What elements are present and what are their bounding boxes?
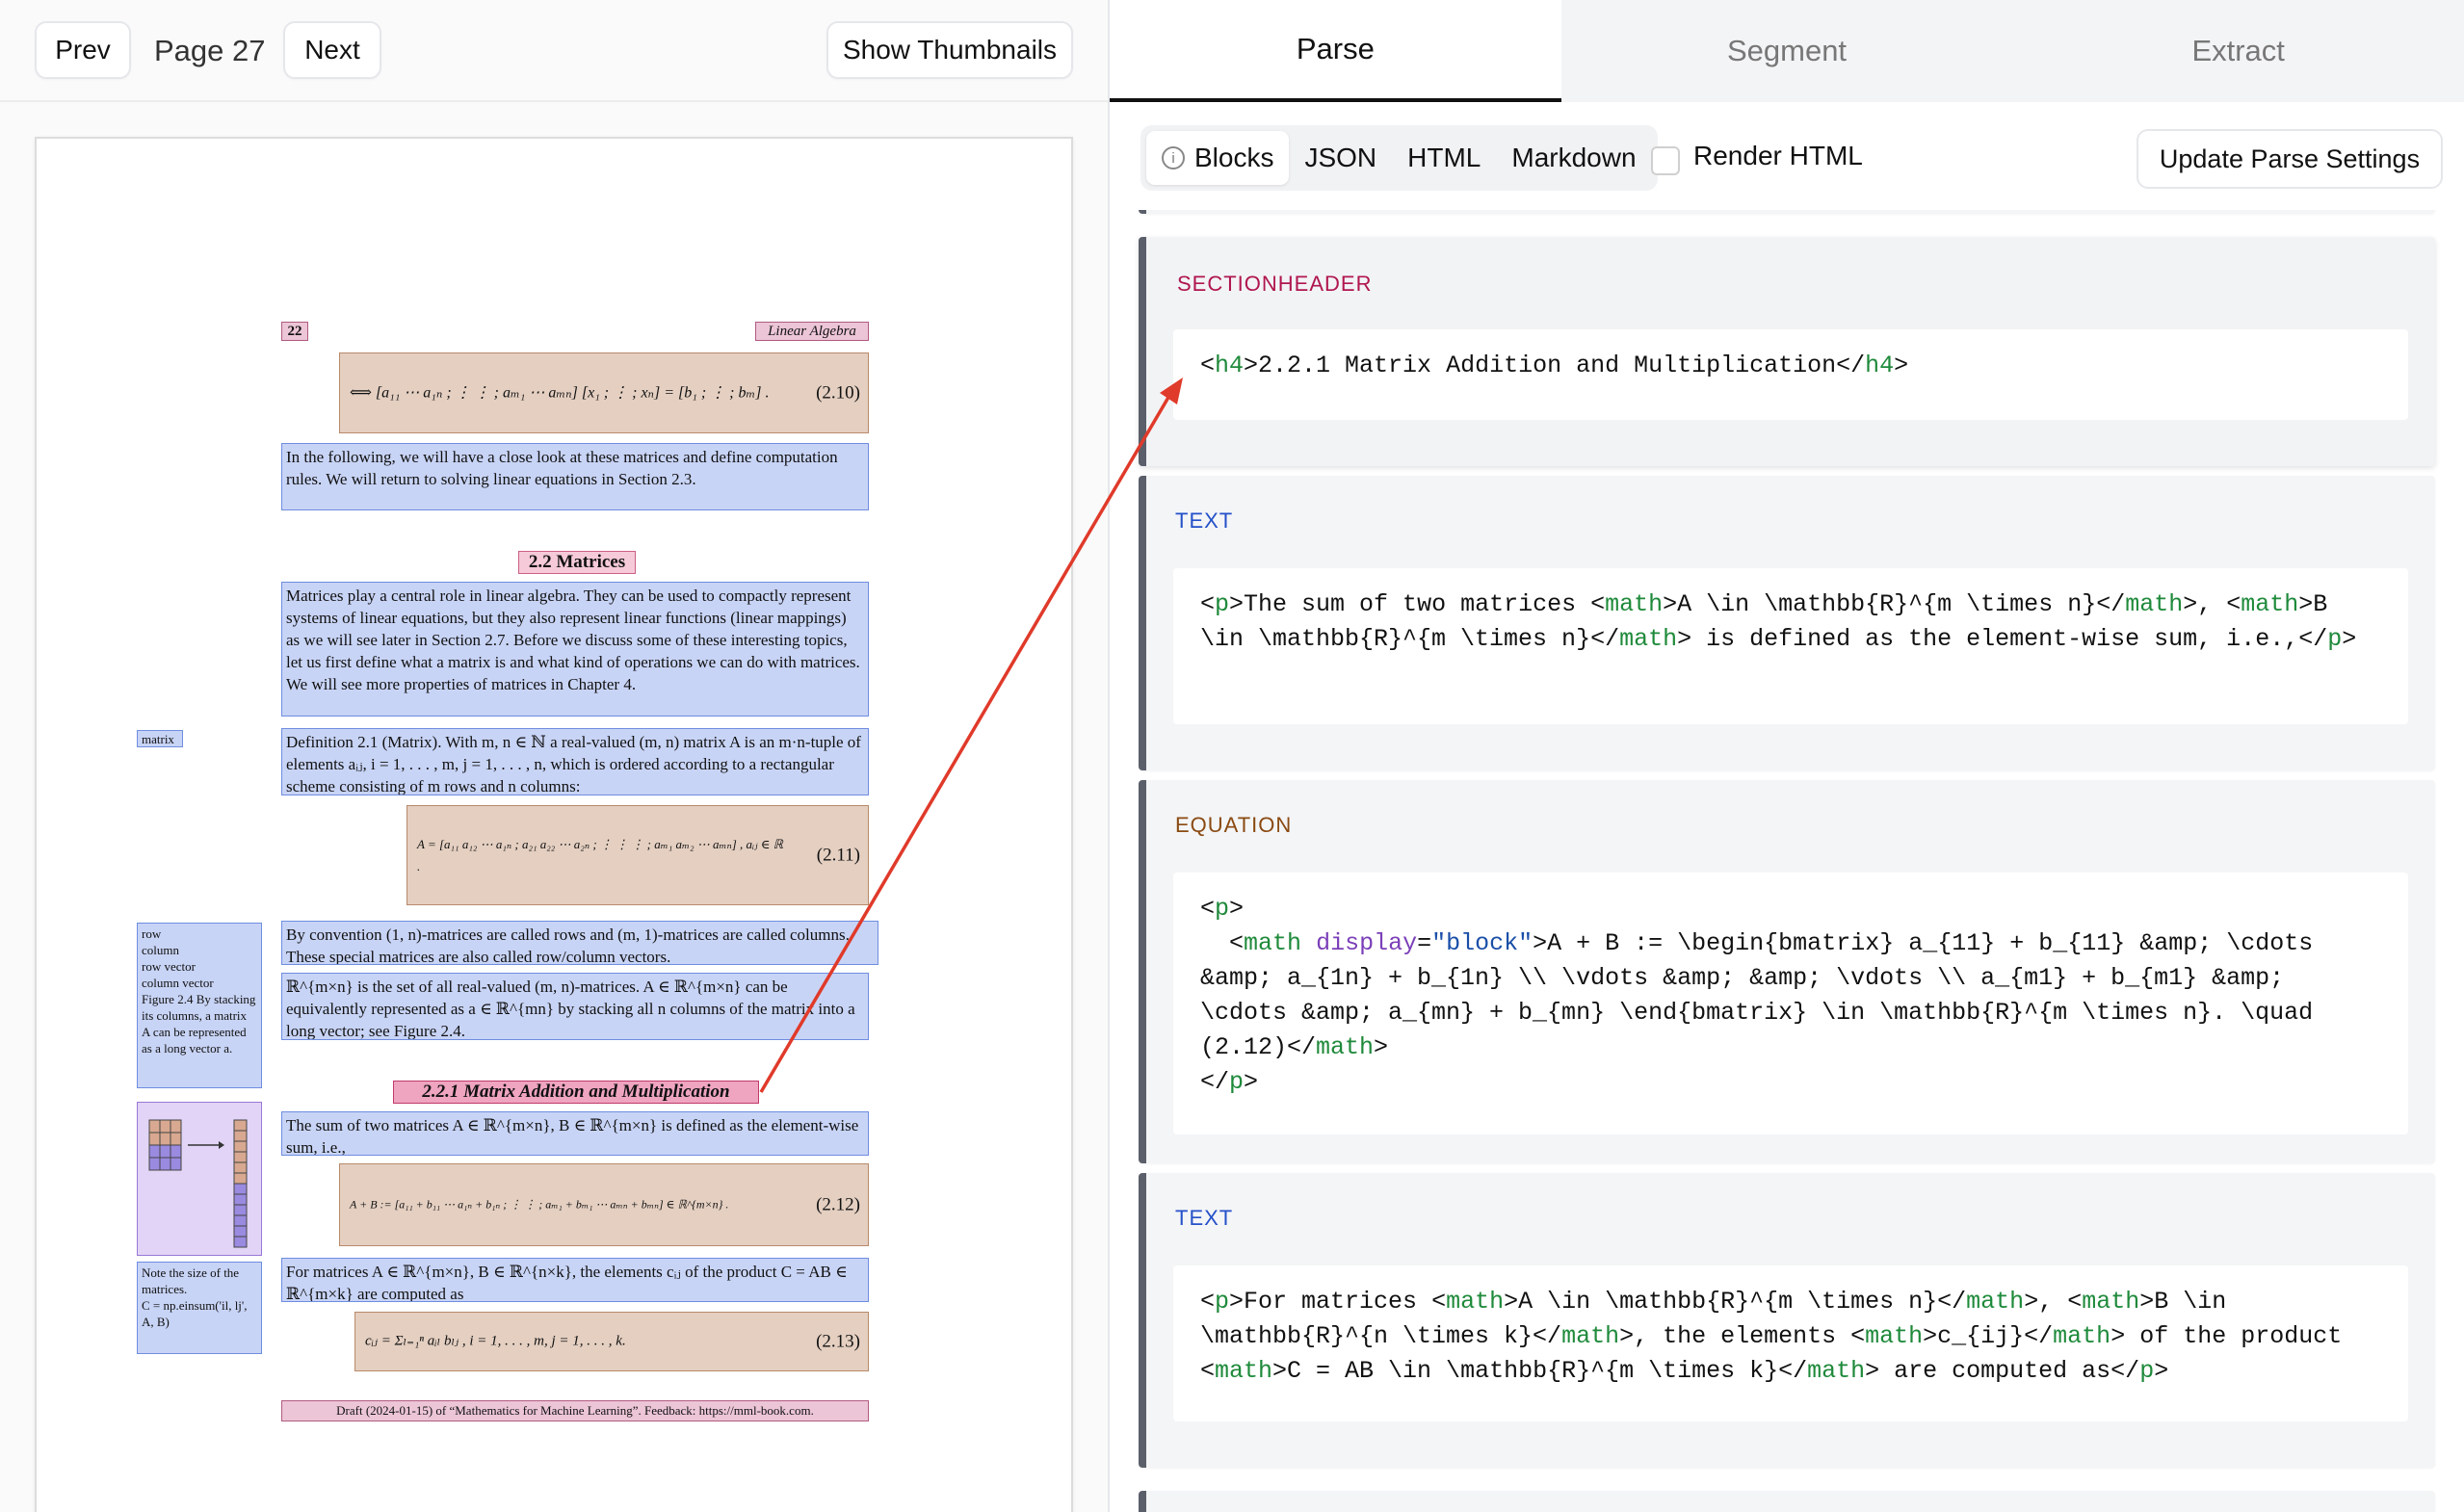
render-html-label: Render HTML xyxy=(1693,141,1863,170)
margin-note-matrix[interactable]: matrix xyxy=(137,730,183,747)
view-mode-json[interactable]: JSON xyxy=(1289,131,1392,185)
parse-toolbar: i Blocks JSON HTML Markdown Render HTML … xyxy=(1110,102,2464,210)
block-type-label: TEXT xyxy=(1175,1206,1234,1230)
text-block-definition[interactable]: Definition 2.1 (Matrix). With m, n ∈ ℕ a… xyxy=(281,728,869,795)
pdf-toolbar: Prev Page 27 Next Show Thumbnails xyxy=(0,0,1108,102)
info-icon: i xyxy=(1162,146,1185,169)
block-type-label: SECTIONHEADER xyxy=(1177,272,1373,296)
margin-note-row-column[interactable]: row column row vector column vector Figu… xyxy=(137,923,262,1088)
block-card-equation[interactable]: EQUATION <p> <math display="block">A + B… xyxy=(1139,780,2435,1163)
block-card-text-2[interactable]: TEXT <p>For matrices <math>A \in \mathbb… xyxy=(1139,1173,2435,1468)
pdf-viewer-pane: Prev Page 27 Next Show Thumbnails 22 Lin… xyxy=(0,0,1110,1512)
equation-body: A = [a₁₁ a₁₂ ⋯ a₁ₙ ; a₂₁ a₂₂ ⋯ a₂ₙ ; ⋮ ⋮… xyxy=(417,837,783,873)
text-block-matrices[interactable]: Matrices play a central role in linear a… xyxy=(281,582,869,717)
equation-number: (2.12) xyxy=(816,1194,860,1215)
tab-parse[interactable]: Parse xyxy=(1110,0,1561,102)
equation-block-2-11[interactable]: A = [a₁₁ a₁₂ ⋯ a₁ₙ ; a₂₁ a₂₂ ⋯ a₂ₙ ; ⋮ ⋮… xyxy=(406,805,869,905)
block-type-label: EQUATION xyxy=(1175,813,1293,837)
margin-note-einsum[interactable]: Note the size of the matrices. C = np.ei… xyxy=(137,1262,262,1354)
running-head-block[interactable]: Linear Algebra xyxy=(755,322,869,341)
tab-extract[interactable]: Extract xyxy=(2012,0,2464,102)
text-block-convention[interactable]: By convention (1, n)-matrices are called… xyxy=(281,921,878,965)
view-mode-blocks[interactable]: i Blocks xyxy=(1146,131,1290,185)
equation-number: (2.13) xyxy=(816,1331,860,1352)
block-code: <p>For matrices <math>A \in \mathbb{R}^{… xyxy=(1173,1265,2408,1421)
block-card-text-1[interactable]: TEXT <p>The sum of two matrices <math>A … xyxy=(1139,476,2435,770)
render-html-checkbox[interactable] xyxy=(1651,146,1680,175)
block-card-partial-bottom xyxy=(1139,1491,2435,1512)
next-page-button[interactable]: Next xyxy=(283,21,381,79)
block-type-label: TEXT xyxy=(1175,508,1234,533)
equation-block-2-12[interactable]: A + B := [a₁₁ + b₁₁ ⋯ a₁ₙ + b₁ₙ ; ⋮ ⋮ ; … xyxy=(339,1163,869,1246)
block-card-partial xyxy=(1139,210,2435,214)
equation-block-2-10[interactable]: ⟺ [a₁₁ ⋯ a₁ₙ ; ⋮ ⋮ ; aₘ₁ ⋯ aₘₙ] [x₁ ; ⋮ … xyxy=(339,352,869,433)
block-code: <h4>2.2.1 Matrix Addition and Multiplica… xyxy=(1173,329,2408,420)
equation-number: (2.11) xyxy=(816,845,860,866)
block-code: <p>The sum of two matrices <math>A \in \… xyxy=(1173,568,2408,724)
mode-tabs: Parse Segment Extract xyxy=(1110,0,2464,102)
view-mode-html[interactable]: HTML xyxy=(1392,131,1496,185)
text-block-rmn[interactable]: ℝ^{m×n} is the set of all real-valued (m… xyxy=(281,973,869,1040)
equation-body: cᵢⱼ = Σₗ₌₁ⁿ aᵢₗ bₗⱼ , i = 1, . . . , m, … xyxy=(365,1333,626,1349)
page-footer-block[interactable]: Draft (2024-01-15) of “Mathematics for M… xyxy=(281,1400,869,1421)
block-card-sectionheader[interactable]: SECTIONHEADER <h4>2.2.1 Matrix Addition … xyxy=(1139,237,2435,466)
equation-block-2-13[interactable]: cᵢⱼ = Σₗ₌₁ⁿ aᵢₗ bₗⱼ , i = 1, . . . , m, … xyxy=(354,1312,869,1371)
show-thumbnails-button[interactable]: Show Thumbnails xyxy=(826,21,1073,79)
matrix-stacking-figure xyxy=(148,1119,248,1248)
view-mode-label: Blocks xyxy=(1194,143,1274,172)
pdf-page[interactable]: 22 Linear Algebra ⟺ [a₁₁ ⋯ a₁ₙ ; ⋮ ⋮ ; a… xyxy=(35,137,1073,1512)
section-header-block[interactable]: 2.2 Matrices xyxy=(518,551,636,574)
equation-number: (2.10) xyxy=(816,382,860,404)
page-indicator: Page 27 xyxy=(154,34,266,67)
figure-block[interactable] xyxy=(137,1102,262,1256)
prev-page-button[interactable]: Prev xyxy=(35,21,131,79)
view-mode-markdown[interactable]: Markdown xyxy=(1496,131,1651,185)
equation-body: ⟺ [a₁₁ ⋯ a₁ₙ ; ⋮ ⋮ ; aₘ₁ ⋯ aₘₙ] [x₁ ; ⋮ … xyxy=(350,384,770,402)
page-number-block[interactable]: 22 xyxy=(281,322,308,341)
tab-segment[interactable]: Segment xyxy=(1560,0,2013,102)
text-block-intro[interactable]: In the following, we will have a close l… xyxy=(281,443,869,510)
blocks-list[interactable]: SECTIONHEADER <h4>2.2.1 Matrix Addition … xyxy=(1110,210,2464,1512)
block-code: <p> <math display="block">A + B := \begi… xyxy=(1173,873,2408,1134)
update-parse-settings-button[interactable]: Update Parse Settings xyxy=(2136,129,2443,189)
text-block-sum[interactable]: The sum of two matrices A ∈ ℝ^{m×n}, B ∈… xyxy=(281,1111,869,1156)
subsection-header-block[interactable]: 2.2.1 Matrix Addition and Multiplication xyxy=(393,1081,759,1104)
parse-results-pane: Parse Segment Extract i Blocks JSON HTML… xyxy=(1110,0,2464,1512)
equation-body: A + B := [a₁₁ + b₁₁ ⋯ a₁ₙ + b₁ₙ ; ⋮ ⋮ ; … xyxy=(350,1197,729,1212)
view-mode-segmented-control: i Blocks JSON HTML Markdown xyxy=(1140,125,1658,191)
text-block-product[interactable]: For matrices A ∈ ℝ^{m×n}, B ∈ ℝ^{n×k}, t… xyxy=(281,1258,869,1302)
